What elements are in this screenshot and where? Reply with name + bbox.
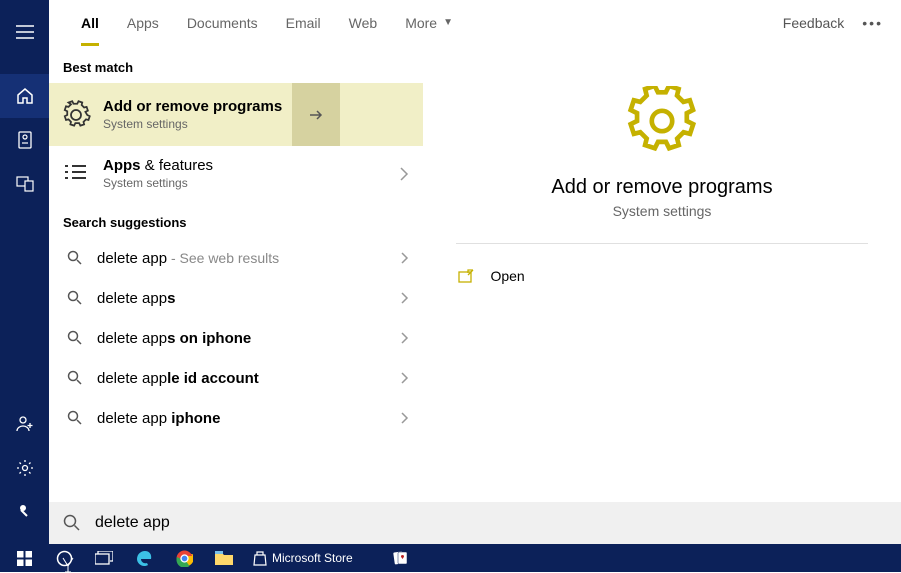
section-search-suggestions: Search suggestions [49, 201, 423, 238]
search-icon [63, 514, 81, 532]
notebook-icon[interactable] [0, 118, 49, 162]
result-title: Add or remove programs [103, 97, 282, 117]
suggestion-text: delete apple id account [97, 370, 259, 387]
edge-icon[interactable] [124, 544, 164, 572]
tab-apps[interactable]: Apps [113, 0, 173, 46]
open-icon [456, 269, 476, 283]
microsoft-store-label: Microsoft Store [272, 551, 353, 565]
chevron-right-icon [400, 371, 409, 385]
search-suggestion[interactable]: delete app - See web results [49, 238, 423, 278]
cortana-button[interactable] [44, 544, 84, 572]
list-icon [59, 157, 93, 191]
solitaire-icon[interactable] [381, 544, 421, 572]
chevron-right-icon [400, 411, 409, 425]
tab-more[interactable]: More▼ [391, 0, 467, 46]
search-icon [63, 250, 87, 266]
home-icon[interactable] [0, 74, 49, 118]
result-add-remove-programs[interactable]: Add or remove programs System settings [49, 83, 423, 146]
tab-documents[interactable]: Documents [173, 0, 272, 46]
open-action[interactable]: Open [456, 258, 867, 294]
search-icon [63, 330, 87, 346]
expand-arrow-icon[interactable] [292, 83, 340, 146]
tab-email[interactable]: Email [272, 0, 335, 46]
microsoft-store-button[interactable]: Microsoft Store [244, 544, 361, 572]
result-subtitle: System settings [103, 117, 282, 133]
search-suggestion[interactable]: delete app iphone [49, 398, 423, 438]
hamburger-icon[interactable] [0, 10, 49, 54]
gear-icon[interactable] [0, 446, 49, 490]
search-icon [63, 370, 87, 386]
open-label: Open [490, 268, 524, 284]
search-icon [63, 410, 87, 426]
file-explorer-icon[interactable] [204, 544, 244, 572]
preview-subtitle: System settings [613, 203, 712, 219]
devices-icon[interactable] [0, 162, 49, 206]
separator [456, 243, 867, 244]
suggestion-text: delete app iphone [97, 410, 220, 427]
suggestion-text: delete app - See web results [97, 250, 279, 267]
tab-all[interactable]: All [67, 0, 113, 46]
cortana-left-rail [0, 0, 49, 544]
search-panel: All Apps Documents Email Web More▼ Feedb… [49, 0, 901, 544]
chevron-right-icon [400, 331, 409, 345]
search-icon [63, 290, 87, 306]
tab-web[interactable]: Web [335, 0, 392, 46]
search-suggestion[interactable]: delete apps [49, 278, 423, 318]
result-apps-features[interactable]: Apps & features System settings [49, 146, 423, 201]
pin-icon[interactable] [0, 490, 49, 534]
filter-tabs: All Apps Documents Email Web More▼ Feedb… [49, 0, 901, 46]
chevron-right-icon [400, 291, 409, 305]
gear-icon [627, 86, 697, 156]
suggestion-text: delete apps [97, 290, 175, 307]
section-best-match: Best match [49, 46, 423, 83]
start-button[interactable] [4, 544, 44, 572]
more-options-icon[interactable]: ••• [862, 15, 883, 31]
result-preview-pane: Add or remove programs System settings O… [423, 46, 901, 502]
feedback-link[interactable]: Feedback [783, 15, 844, 31]
search-suggestion[interactable]: delete apple id account [49, 358, 423, 398]
task-view-button[interactable] [84, 544, 124, 572]
gear-icon [59, 98, 93, 132]
taskbar: Microsoft Store [0, 544, 901, 572]
suggestion-text: delete apps on iphone [97, 330, 251, 347]
chevron-right-icon [400, 251, 409, 265]
chevron-right-icon [399, 166, 409, 182]
result-title: Apps & features [103, 156, 213, 176]
search-suggestion[interactable]: delete apps on iphone [49, 318, 423, 358]
chrome-icon[interactable] [164, 544, 204, 572]
result-subtitle: System settings [103, 176, 213, 192]
chevron-down-icon: ▼ [443, 17, 453, 28]
person-icon[interactable] [0, 402, 49, 446]
search-input[interactable] [95, 514, 887, 532]
search-box[interactable] [49, 502, 901, 544]
results-list: Best match Add or remove programs System… [49, 46, 423, 502]
preview-title: Add or remove programs [551, 176, 772, 199]
